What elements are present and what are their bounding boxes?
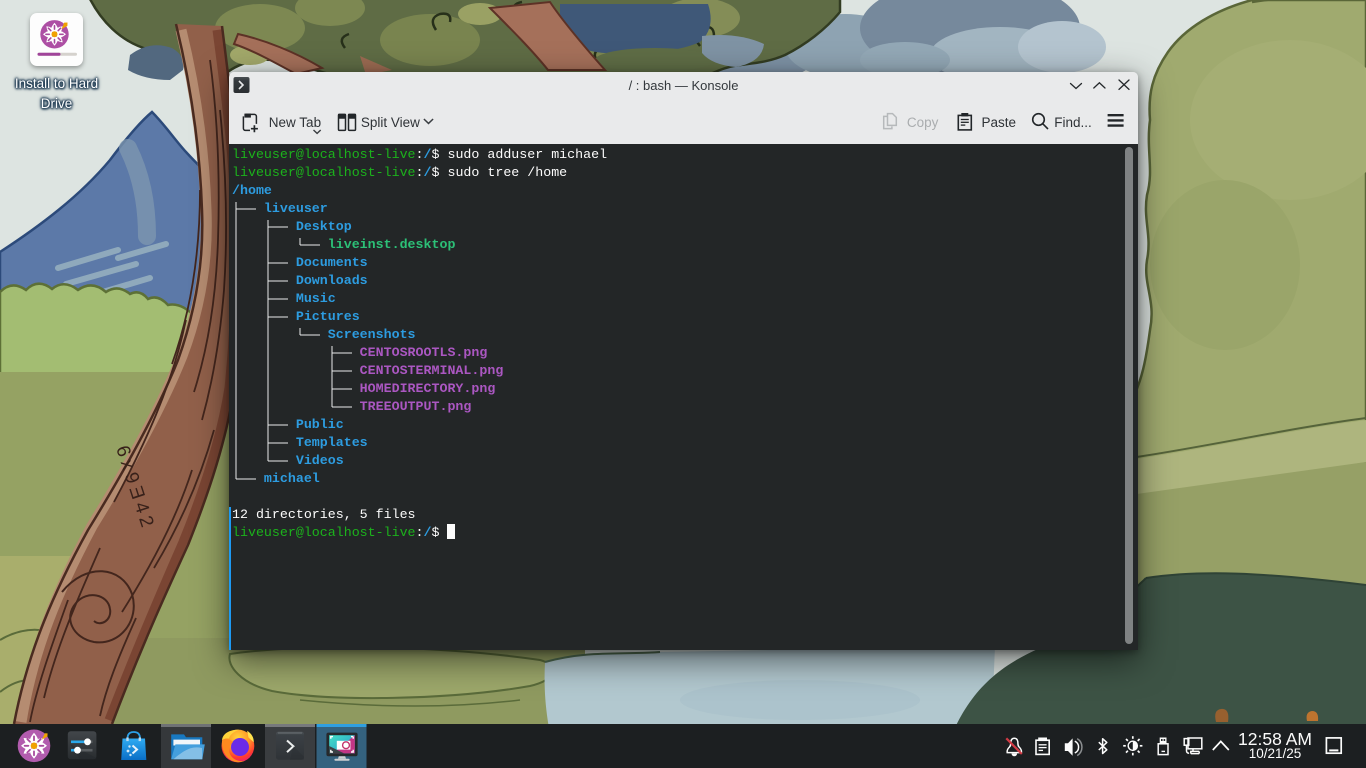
svg-text:New Tab: New Tab bbox=[269, 115, 321, 130]
svg-text:Split View: Split View bbox=[361, 115, 420, 130]
svg-text:Paste: Paste bbox=[982, 115, 1017, 130]
svg-text:Find...: Find... bbox=[1054, 115, 1092, 130]
svg-text:Copy: Copy bbox=[907, 115, 939, 130]
